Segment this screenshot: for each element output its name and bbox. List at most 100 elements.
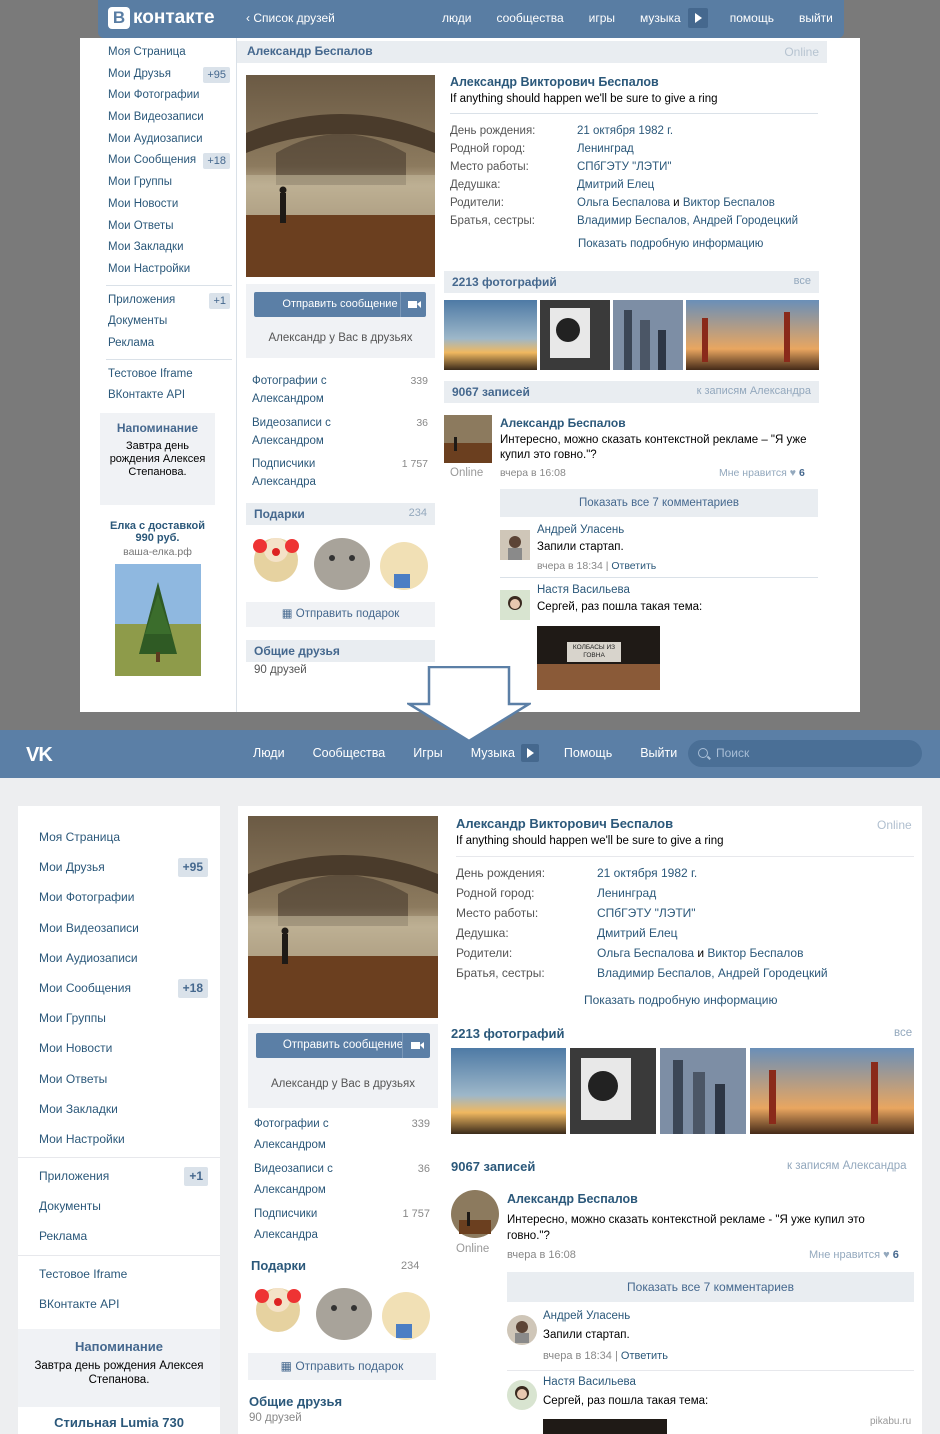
parent-link[interactable]: Виктор Беспалов xyxy=(683,197,775,209)
nav-music[interactable]: музыка xyxy=(640,11,681,28)
vkontakte-logo[interactable]: В контакте xyxy=(108,7,215,29)
send-message-button[interactable]: Отправить сообщение xyxy=(254,292,426,317)
menu-test-iframe[interactable]: Тестовое Iframe xyxy=(18,1259,220,1289)
nav-music[interactable]: Музыка xyxy=(471,746,515,762)
menu-my-friends[interactable]: Мои Друзья +95 xyxy=(100,64,232,86)
gifts-title[interactable]: Подарки xyxy=(251,1258,306,1273)
menu-apps[interactable]: Приложения +1 xyxy=(100,290,232,312)
menu-vk-api[interactable]: ВКонтакте API xyxy=(100,385,232,407)
stat-followers[interactable]: Подписчики Александра 1 757 xyxy=(254,1204,434,1246)
menu-my-bookmarks[interactable]: Мои Закладки xyxy=(100,237,232,259)
post-author-avatar[interactable] xyxy=(444,415,492,463)
menu-my-answers[interactable]: Мои Ответы xyxy=(18,1064,220,1094)
stat-videos-with[interactable]: Видеозаписи с Александром 36 xyxy=(254,1159,434,1201)
gifts-header[interactable]: Подарки 234 xyxy=(246,503,435,525)
video-call-icon[interactable] xyxy=(400,292,426,317)
show-all-comments-button[interactable]: Показать все 7 комментариев xyxy=(507,1272,914,1302)
new-reminder[interactable]: Напоминание Завтра день рождения Алексея… xyxy=(18,1329,220,1407)
menu-my-bookmarks[interactable]: Мои Закладки xyxy=(18,1094,220,1124)
menu-my-news[interactable]: Мои Новости xyxy=(100,194,232,216)
info-value[interactable]: СПбГЭТУ "ЛЭТИ" xyxy=(577,158,671,176)
parent-link[interactable]: Виктор Беспалов xyxy=(707,946,803,960)
photo-thumb[interactable] xyxy=(451,1048,566,1134)
attached-photo[interactable] xyxy=(543,1419,667,1434)
post-author[interactable]: Александр Беспалов xyxy=(507,1192,638,1206)
nav-communities[interactable]: Сообщества xyxy=(313,746,386,762)
reply-link[interactable]: Ответить xyxy=(621,1350,668,1362)
show-more-info-link[interactable]: Показать подробную информацию xyxy=(584,993,778,1007)
attached-photo[interactable]: КОЛБАСЫ ИЗ ГОВНА xyxy=(537,626,660,690)
comment-time[interactable]: вчера в 18:34 xyxy=(537,560,603,572)
photos-header[interactable]: 2213 фотографий все xyxy=(444,271,819,293)
menu-my-photos[interactable]: Мои Фотографии xyxy=(18,882,220,912)
old-ad[interactable]: Елка с доставкой 990 руб. ваша-елка.рф xyxy=(100,520,215,679)
nav-help[interactable]: помощь xyxy=(730,11,774,28)
commenter-avatar[interactable] xyxy=(500,530,530,560)
menu-my-answers[interactable]: Мои Ответы xyxy=(100,216,232,238)
post-author[interactable]: Александр Беспалов xyxy=(500,416,626,430)
menu-my-audio[interactable]: Мои Аудиозаписи xyxy=(100,129,232,151)
vk-logo[interactable]: VK xyxy=(26,744,53,767)
menu-my-photos[interactable]: Мои Фотографии xyxy=(100,85,232,107)
common-friends-title[interactable]: Общие друзья xyxy=(249,1394,342,1409)
stat-photos-with[interactable]: Фотографии с Александром 339 xyxy=(254,1114,434,1156)
nav-people[interactable]: Люди xyxy=(253,746,285,762)
menu-my-news[interactable]: Мои Новости xyxy=(18,1033,220,1063)
nav-communities[interactable]: сообщества xyxy=(496,11,563,28)
menu-my-messages[interactable]: Мои Сообщения +18 xyxy=(18,973,220,1003)
menu-ads[interactable]: Реклама xyxy=(100,333,232,355)
menu-my-audio[interactable]: Мои Аудиозаписи xyxy=(18,943,220,973)
commenter-avatar[interactable] xyxy=(500,590,530,620)
menu-my-page[interactable]: Моя Страница xyxy=(18,822,220,852)
nav-help[interactable]: Помощь xyxy=(564,746,612,762)
video-call-icon[interactable] xyxy=(402,1033,430,1058)
photos-all-link[interactable]: все xyxy=(894,1027,912,1039)
search-input[interactable]: Поиск xyxy=(688,740,922,767)
menu-my-settings[interactable]: Мои Настройки xyxy=(100,259,232,281)
post-time[interactable]: вчера в 16:08 xyxy=(500,467,566,479)
comment-author[interactable]: Настя Васильева xyxy=(537,584,630,596)
wall-link[interactable]: к записям Александра xyxy=(787,1160,907,1172)
menu-my-page[interactable]: Моя Страница xyxy=(100,42,232,64)
profile-photo[interactable] xyxy=(246,75,435,277)
ad-title[interactable]: Стильная Lumia 730 xyxy=(18,1415,220,1430)
commenter-avatar[interactable] xyxy=(507,1315,537,1345)
profile-photo[interactable] xyxy=(248,816,438,1018)
comment-time[interactable]: вчера в 18:34 xyxy=(543,1350,612,1362)
common-friends-header[interactable]: Общие друзья xyxy=(246,640,435,662)
menu-my-videos[interactable]: Мои Видеозаписи xyxy=(100,107,232,129)
status-text[interactable]: If anything should happen we'll be sure … xyxy=(450,93,718,105)
menu-my-friends[interactable]: Мои Друзья +95 xyxy=(18,852,220,882)
gifts-row[interactable] xyxy=(248,530,433,594)
nav-people[interactable]: люди xyxy=(442,11,471,28)
info-value[interactable]: Дмитрий Елец xyxy=(577,176,654,194)
like-button[interactable]: Мне нравится ♥ 6 xyxy=(719,467,805,479)
menu-apps[interactable]: Приложения +1 xyxy=(18,1161,220,1191)
photos-all-link[interactable]: все xyxy=(794,275,811,287)
reply-link[interactable]: Ответить xyxy=(611,560,656,572)
info-value[interactable]: Владимир Беспалов, Андрей Городецкий xyxy=(597,963,828,983)
show-more-info-link[interactable]: Показать подробную информацию xyxy=(578,238,763,250)
menu-my-groups[interactable]: Мои Группы xyxy=(18,1003,220,1033)
send-message-button[interactable]: Отправить сообщение xyxy=(256,1033,430,1058)
post-author-avatar[interactable] xyxy=(451,1190,499,1238)
show-all-comments-button[interactable]: Показать все 7 комментариев xyxy=(500,489,818,517)
info-value[interactable]: 21 октября 1982 г. xyxy=(577,122,673,140)
menu-ads[interactable]: Реклама xyxy=(18,1221,220,1251)
stat-followers[interactable]: Подписчики Александра 1 757 xyxy=(252,455,432,491)
play-icon[interactable] xyxy=(687,8,708,28)
wall-header[interactable]: 9067 записей к записям Александра xyxy=(444,381,819,403)
parent-link[interactable]: Ольга Беспалова xyxy=(597,946,694,960)
wall-link[interactable]: к записям Александра xyxy=(697,385,811,397)
comment-author[interactable]: Настя Васильева xyxy=(543,1376,636,1388)
like-button[interactable]: Мне нравится ♥ 6 xyxy=(809,1249,899,1261)
menu-my-groups[interactable]: Мои Группы xyxy=(100,172,232,194)
info-value[interactable]: СПбГЭТУ "ЛЭТИ" xyxy=(597,903,696,923)
info-value[interactable]: Ленинград xyxy=(597,883,656,903)
menu-documents[interactable]: Документы xyxy=(100,311,232,333)
old-reminder[interactable]: Напоминание Завтра день рождения Алексея… xyxy=(100,413,215,505)
send-gift-button[interactable]: ▦ Отправить подарок xyxy=(248,1353,436,1380)
info-value[interactable]: Владимир Беспалов, Андрей Городецкий xyxy=(577,212,798,230)
photos-strip[interactable] xyxy=(451,1048,914,1134)
menu-vk-api[interactable]: ВКонтакте API xyxy=(18,1289,220,1319)
